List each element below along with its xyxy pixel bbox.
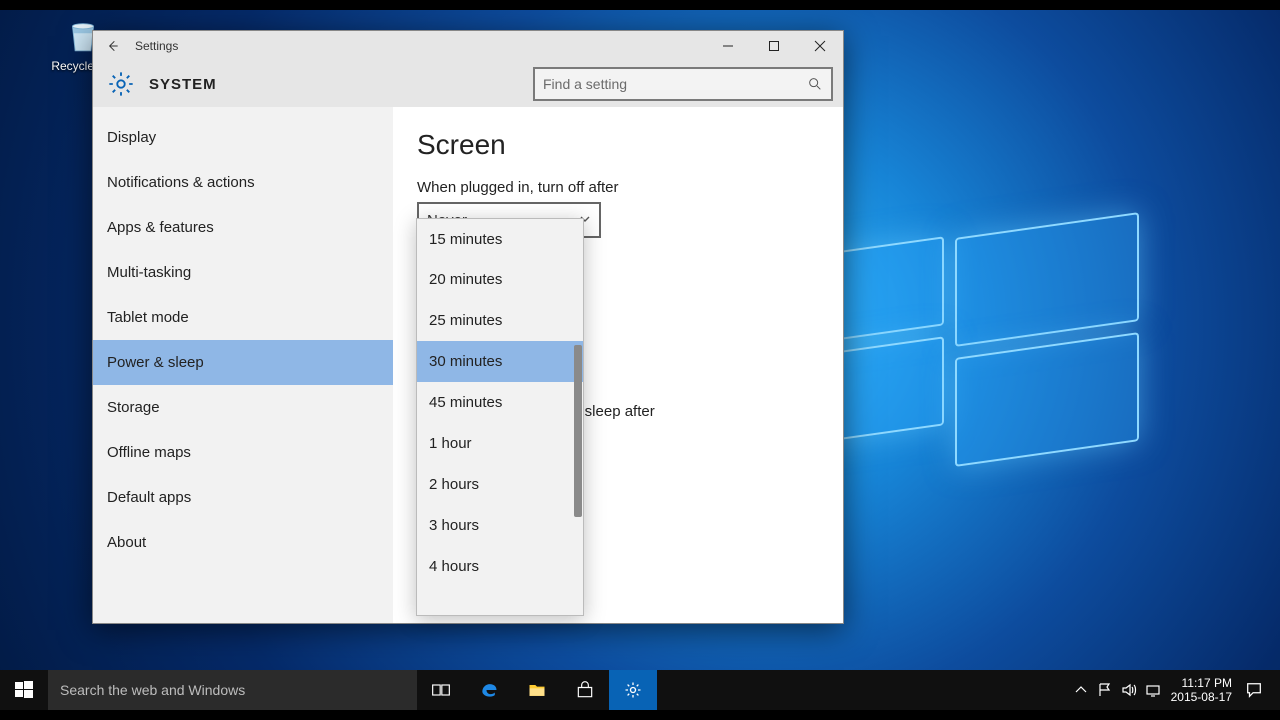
screen-off-dropdown[interactable]: 15 minutes 20 minutes 25 minutes 30 minu… [416, 218, 584, 616]
dropdown-option-label: 3 hours [429, 517, 479, 534]
sidebar-item-label: Apps & features [107, 219, 214, 236]
section-title: SYSTEM [149, 76, 217, 93]
windows-icon [15, 681, 33, 699]
taskbar-clock[interactable]: 11:17 PM 2015-08-17 [1171, 676, 1232, 704]
sidebar-item-label: Storage [107, 399, 160, 416]
sidebar-item-about[interactable]: About [93, 520, 393, 565]
settings-window: Settings SYSTEM Find a setting [92, 30, 844, 624]
dropdown-option-label: 2 hours [429, 476, 479, 493]
dropdown-option-label: 25 minutes [429, 312, 502, 329]
sidebar-item-label: About [107, 534, 146, 551]
dropdown-option-label: 30 minutes [429, 353, 502, 370]
minimize-icon [722, 40, 734, 52]
action-center-button[interactable] [1234, 670, 1274, 710]
clock-date: 2015-08-17 [1171, 690, 1232, 704]
sidebar-item-default-apps[interactable]: Default apps [93, 475, 393, 520]
maximize-icon [768, 40, 780, 52]
titlebar[interactable]: Settings [93, 31, 843, 61]
tray-flag[interactable] [1093, 670, 1117, 710]
minimize-button[interactable] [705, 31, 751, 61]
sidebar-item-label: Default apps [107, 489, 191, 506]
window-header: SYSTEM Find a setting [93, 61, 843, 107]
taskbar-search[interactable]: Search the web and Windows [48, 670, 417, 710]
sidebar-item-storage[interactable]: Storage [93, 385, 393, 430]
chevron-up-icon [1073, 682, 1089, 698]
clock-time: 11:17 PM [1171, 676, 1232, 690]
system-tray: 11:17 PM 2015-08-17 [1069, 670, 1280, 710]
edge-icon [479, 680, 499, 700]
gear-icon [107, 70, 135, 98]
speaker-icon [1121, 682, 1137, 698]
network-icon [1145, 682, 1161, 698]
taskbar: Search the web and Windows 11:17 PM 2015… [0, 670, 1280, 710]
dropdown-option-label: 15 minutes [429, 231, 502, 248]
sidebar-item-label: Display [107, 129, 156, 146]
task-view-icon [431, 680, 451, 700]
dropdown-option-label: 1 hour [429, 435, 472, 452]
tray-volume[interactable] [1117, 670, 1141, 710]
task-view-button[interactable] [417, 670, 465, 710]
window-title: Settings [135, 39, 178, 53]
search-input[interactable]: Find a setting [533, 67, 833, 101]
maximize-button[interactable] [751, 31, 797, 61]
taskbar-app-settings[interactable] [609, 670, 657, 710]
sidebar-item-offline-maps[interactable]: Offline maps [93, 430, 393, 475]
taskbar-app-explorer[interactable] [513, 670, 561, 710]
sidebar-item-label: Tablet mode [107, 309, 189, 326]
dropdown-option[interactable]: 15 minutes [417, 219, 583, 259]
sidebar-item-apps[interactable]: Apps & features [93, 205, 393, 250]
close-icon [814, 40, 826, 52]
taskbar-search-placeholder: Search the web and Windows [60, 682, 245, 698]
dropdown-option[interactable]: 30 minutes [417, 341, 583, 382]
sidebar: Display Notifications & actions Apps & f… [93, 107, 393, 623]
sidebar-item-label: Multi-tasking [107, 264, 191, 281]
dropdown-option-label: 45 minutes [429, 394, 502, 411]
tray-network[interactable] [1141, 670, 1165, 710]
flag-icon [1097, 682, 1113, 698]
close-button[interactable] [797, 31, 843, 61]
sidebar-item-label: Power & sleep [107, 354, 204, 371]
screen-off-label: When plugged in, turn off after [417, 179, 819, 196]
dropdown-scrollbar[interactable] [573, 219, 583, 615]
back-button[interactable] [93, 31, 133, 61]
sidebar-item-display[interactable]: Display [93, 115, 393, 160]
dropdown-option[interactable]: 25 minutes [417, 300, 583, 341]
scrollbar-thumb[interactable] [574, 345, 582, 517]
page-heading: Screen [417, 129, 819, 161]
search-placeholder: Find a setting [543, 76, 807, 92]
dropdown-option[interactable]: 4 hours [417, 546, 583, 587]
taskbar-app-edge[interactable] [465, 670, 513, 710]
sidebar-item-multitasking[interactable]: Multi-tasking [93, 250, 393, 295]
sidebar-item-label: Offline maps [107, 444, 191, 461]
sidebar-item-power-sleep[interactable]: Power & sleep [93, 340, 393, 385]
sidebar-item-label: Notifications & actions [107, 174, 255, 191]
arrow-left-icon [105, 38, 121, 54]
dropdown-option[interactable]: 1 hour [417, 423, 583, 464]
dropdown-option[interactable]: 45 minutes [417, 382, 583, 423]
gear-icon [623, 680, 643, 700]
search-icon [807, 76, 823, 92]
tray-overflow[interactable] [1069, 670, 1093, 710]
dropdown-option[interactable]: 2 hours [417, 464, 583, 505]
dropdown-option[interactable]: 3 hours [417, 505, 583, 546]
sidebar-item-tablet-mode[interactable]: Tablet mode [93, 295, 393, 340]
sidebar-item-notifications[interactable]: Notifications & actions [93, 160, 393, 205]
dropdown-option-label: 4 hours [429, 558, 479, 575]
notification-icon [1245, 681, 1263, 699]
store-icon [575, 680, 595, 700]
dropdown-option-label: 20 minutes [429, 271, 502, 288]
start-button[interactable] [0, 670, 48, 710]
taskbar-app-store[interactable] [561, 670, 609, 710]
file-explorer-icon [527, 680, 547, 700]
wallpaper-windows-logo [820, 210, 1150, 430]
dropdown-option[interactable]: 20 minutes [417, 259, 583, 300]
